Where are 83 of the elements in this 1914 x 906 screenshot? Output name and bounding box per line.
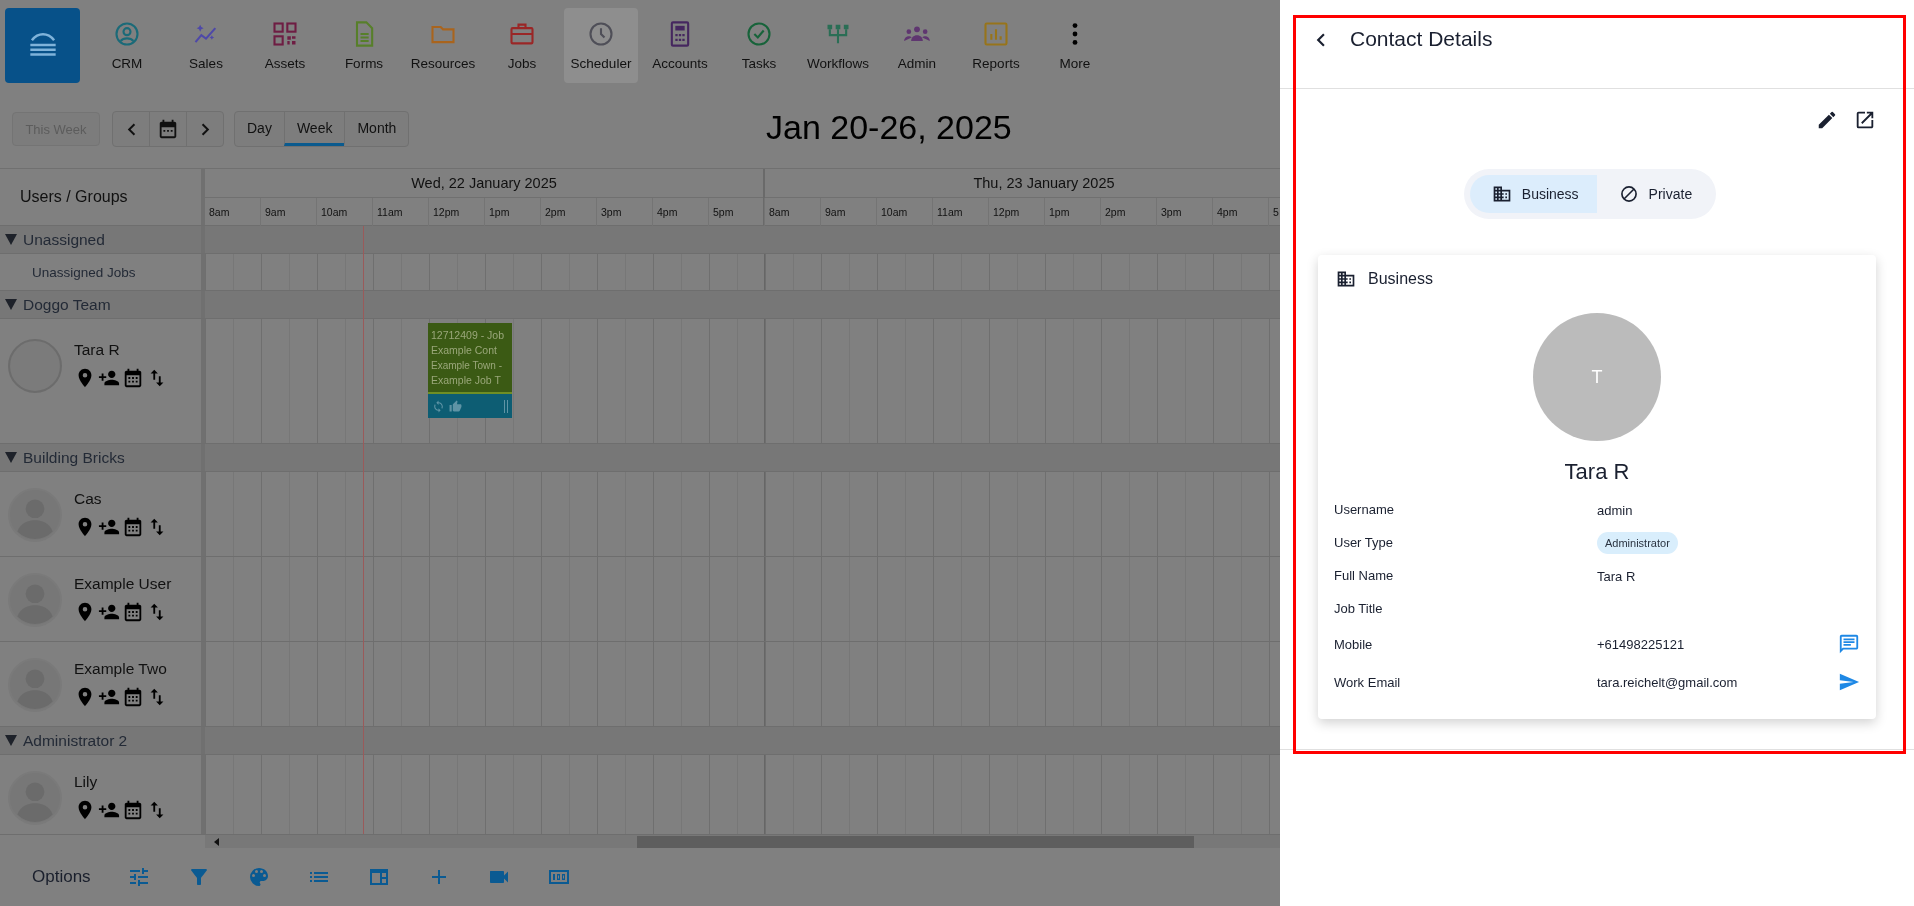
- view-tab[interactable]: Day: [235, 112, 284, 146]
- job-text: 12712409 - Job: [431, 328, 505, 343]
- block-icon: [1618, 184, 1639, 204]
- job-text: Example Town -: [431, 359, 503, 373]
- nav-item[interactable]: Jobs: [485, 7, 559, 83]
- field-label: User Type: [1334, 535, 1394, 550]
- send-icon[interactable]: [1838, 671, 1860, 693]
- nav-item[interactable]: Admin: [880, 7, 954, 83]
- chevron-right-icon: [200, 122, 210, 136]
- check-circle-icon: [745, 19, 773, 48]
- calendar-icon[interactable]: [122, 367, 144, 389]
- expand-triangle-icon[interactable]: [5, 452, 17, 463]
- view-tab[interactable]: Month: [344, 112, 409, 146]
- view-tab[interactable]: Week: [283, 112, 345, 146]
- field-label: Work Email: [1334, 674, 1402, 690]
- avatar-initial: T: [1533, 313, 1661, 441]
- resize-handle[interactable]: [504, 399, 508, 413]
- user-name: Example Two: [74, 660, 168, 678]
- scrollbar-thumb[interactable]: [637, 835, 1194, 848]
- row-label: Unassigned Jobs: [32, 264, 136, 280]
- nav-item[interactable]: Assets: [248, 7, 322, 83]
- person-circle-icon: [113, 19, 141, 48]
- chevron-left-icon: [126, 122, 136, 136]
- edit-icon[interactable]: [1816, 109, 1838, 131]
- expand-triangle-icon[interactable]: [5, 735, 17, 746]
- field-value: Tara R: [1597, 568, 1636, 584]
- nav-item[interactable]: Workflows: [801, 7, 875, 83]
- nav-item[interactable]: Sales: [169, 7, 243, 83]
- bar-chart-icon: [982, 19, 1010, 48]
- calendar-icon[interactable]: [122, 686, 144, 708]
- nav-item[interactable]: Tasks: [722, 7, 796, 83]
- more-icon: [1072, 21, 1078, 46]
- expand-triangle-icon[interactable]: [5, 234, 17, 245]
- card-title: Business: [1368, 270, 1433, 288]
- open-external-icon[interactable]: [1854, 109, 1876, 131]
- field-label: Username: [1334, 502, 1395, 517]
- calendar-icon: [157, 118, 179, 140]
- nav-item[interactable]: More: [1038, 7, 1112, 83]
- calendar-icon[interactable]: [122, 601, 144, 623]
- group-name: Administrator 2: [23, 731, 128, 750]
- panel-title: Contact Details: [1350, 27, 1493, 51]
- job-text: Example Job T: [431, 373, 502, 388]
- user-name: Tara R: [74, 341, 121, 359]
- field-label: Full Name: [1334, 568, 1395, 583]
- nav-item[interactable]: Resources: [406, 7, 480, 83]
- user-type-badge: Administrator: [1597, 531, 1678, 554]
- job-text: Example Cont: [431, 343, 498, 358]
- calendar-icon[interactable]: [122, 516, 144, 538]
- nav-item[interactable]: Forms: [327, 7, 401, 83]
- building-icon: [1491, 184, 1512, 204]
- calendar-icon[interactable]: [122, 799, 144, 821]
- day-header: Wed, 22 January 2025: [205, 169, 763, 198]
- options-label: Options: [32, 867, 92, 887]
- message-icon[interactable]: [1838, 633, 1860, 655]
- field-label: Job Title: [1334, 601, 1384, 616]
- expand-triangle-icon[interactable]: [5, 299, 17, 310]
- thumbs-up-icon[interactable]: [449, 399, 462, 413]
- field-value: +61498225121: [1597, 637, 1685, 652]
- nav-item[interactable]: Reports: [959, 7, 1033, 83]
- user-name: Example User: [74, 575, 172, 593]
- field-value: admin: [1597, 502, 1633, 518]
- nav-item[interactable]: CRM: [90, 7, 164, 83]
- field-value: tara.reichelt@gmail.com: [1597, 675, 1738, 690]
- contact-name: Tara R: [1564, 459, 1630, 485]
- scroll-left-arrow-icon[interactable]: [214, 837, 219, 846]
- nav-item[interactable]: Accounts: [643, 7, 717, 83]
- user-name: Cas: [74, 490, 103, 508]
- nav-item[interactable]: Scheduler: [564, 7, 638, 83]
- user-name: Lily: [74, 773, 99, 791]
- horizontal-scrollbar[interactable]: [0, 834, 1280, 848]
- group-name: Doggo Team: [23, 295, 111, 314]
- app-logo[interactable]: [5, 7, 80, 83]
- building-icon: [1336, 269, 1356, 289]
- date-range-title: Jan 20-26, 2025: [766, 108, 1012, 147]
- contact-type-tab[interactable]: Private: [1596, 175, 1711, 213]
- contact-type-tab[interactable]: Business: [1469, 175, 1597, 213]
- group-name: Building Bricks: [23, 448, 125, 467]
- field-label: Mobile: [1334, 636, 1374, 652]
- group-name: Unassigned: [23, 230, 105, 249]
- column-header: Users / Groups: [19, 187, 129, 207]
- qr-code-icon: [271, 19, 299, 48]
- clock-icon: [587, 19, 615, 48]
- calendar-button[interactable]: [149, 112, 187, 146]
